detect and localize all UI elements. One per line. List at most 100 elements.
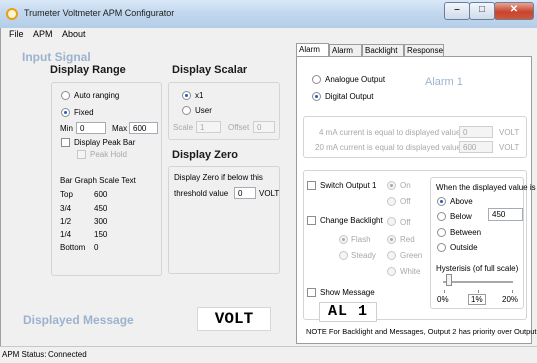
alarm-message-value[interactable]: AL 1 [319,302,377,322]
minimize-button[interactable]: – [444,2,470,20]
menu-bar: File APM About [0,28,537,43]
ma20-input[interactable] [459,141,493,153]
outside-label: Outside [450,243,478,252]
user-radio[interactable] [182,106,191,115]
scale-label: Scale [173,123,194,132]
above-label: Above [450,197,473,206]
ma20-unit: VOLT [499,143,520,152]
offset-input[interactable] [253,121,275,133]
hysteresis-slider-track[interactable] [443,281,513,283]
fixed-label: Fixed [74,108,94,117]
user-label: User [195,106,212,115]
offset-label: Offset [228,123,250,132]
alarm-threshold-input[interactable] [488,208,523,221]
status-label: APM Status: [2,350,47,359]
hysteresis-label: Hysterisis (of full scale) [436,264,519,273]
app-window: Trumeter Voltmeter APM Configurator – □ … [0,0,537,363]
digital-output-radio[interactable] [312,92,321,101]
slider-tick [478,290,479,293]
hysteresis-min: 0% [437,295,449,304]
digital-output-label: Digital Output [325,92,374,101]
switch-output-label: Switch Output 1 [320,181,377,190]
alarm-title: Alarm 1 [425,76,463,88]
status-value: Connected [48,350,87,359]
scale-row-label: Bottom [60,243,86,252]
slider-tick [444,290,445,293]
between-radio[interactable] [437,228,446,237]
display-range-heading: Display Range [50,64,126,76]
threshold-unit: VOLT [259,189,280,198]
scale-row-value: 450 [94,204,108,213]
switch-on-label: On [400,181,411,190]
bar-graph-scale-title: Bar Graph Scale Text [60,176,136,185]
below-radio[interactable] [437,212,446,221]
app-icon [6,8,18,20]
window-title: Trumeter Voltmeter APM Configurator [24,8,175,18]
flash-label: Flash [351,235,371,244]
show-message-checkbox[interactable] [307,288,316,297]
flash-radio[interactable] [339,235,348,244]
close-button[interactable]: ✕ [494,2,534,20]
switch-on-radio[interactable] [387,181,396,190]
white-radio[interactable] [387,267,396,276]
status-bar: APM Status: Connected [0,346,537,363]
close-icon: ✕ [509,4,519,15]
condition-heading: When the displayed value is [436,183,536,192]
peak-hold-checkbox[interactable] [77,150,86,159]
displayed-message-label: Displayed Message [23,313,134,327]
max-label: Max [112,124,128,133]
x1-label: x1 [195,91,204,100]
input-signal-label: Input Signal [22,50,91,64]
red-radio[interactable] [387,235,396,244]
display-zero-heading: Display Zero [172,149,239,161]
hysteresis-current: 1% [468,294,486,305]
show-message-label: Show Message [320,288,375,297]
backlight-off-radio[interactable] [387,217,396,226]
backlight-off-label: Off [400,218,411,227]
switch-off-radio[interactable] [387,197,396,206]
threshold-input[interactable] [234,187,256,199]
peak-hold-label: Peak Hold [90,150,127,159]
menu-file[interactable]: File [9,29,24,39]
max-input[interactable] [129,122,158,134]
white-label: White [400,267,421,276]
scale-input[interactable] [196,121,221,133]
display-zero-text: Display Zero if below this [174,173,263,182]
window-border [0,28,1,346]
above-radio[interactable] [437,197,446,206]
displayed-message-value: VOLT [197,307,271,331]
green-radio[interactable] [387,251,396,260]
green-label: Green [400,251,423,260]
min-label: Min [60,124,73,133]
display-scalar-heading: Display Scalar [172,64,248,76]
min-input[interactable] [76,122,106,134]
switch-output-checkbox[interactable] [307,181,316,190]
display-peak-bar-checkbox[interactable] [61,138,70,147]
maximize-button[interactable]: □ [469,2,495,20]
analogue-output-radio[interactable] [312,75,321,84]
x1-radio[interactable] [182,91,191,100]
menu-about[interactable]: About [62,29,86,39]
scale-row-label: Top [60,190,73,199]
auto-ranging-radio[interactable] [61,91,70,100]
ma4-input[interactable] [459,126,493,138]
steady-radio[interactable] [339,251,348,260]
title-bar[interactable]: Trumeter Voltmeter APM Configurator – □ … [0,0,537,29]
minimize-icon: – [454,4,460,15]
scale-row-label: 1/2 [60,217,72,226]
scale-row-value: 300 [94,217,108,226]
ma4-label: 4 mA current is equal to displayed value… [319,128,470,137]
menu-apm[interactable]: APM [33,29,53,39]
tab-alarm-1[interactable]: Alarm 1 [296,43,329,66]
red-label: Red [400,235,415,244]
ma4-unit: VOLT [499,128,520,137]
fixed-radio[interactable] [61,108,70,117]
auto-ranging-label: Auto ranging [74,91,120,100]
outside-radio[interactable] [437,243,446,252]
hysteresis-slider-thumb[interactable] [446,274,452,286]
scale-row-value: 600 [94,190,108,199]
hysteresis-max: 20% [502,295,519,304]
steady-label: Steady [351,251,376,260]
change-backlight-checkbox[interactable] [307,216,316,225]
below-label: Below [450,212,472,221]
